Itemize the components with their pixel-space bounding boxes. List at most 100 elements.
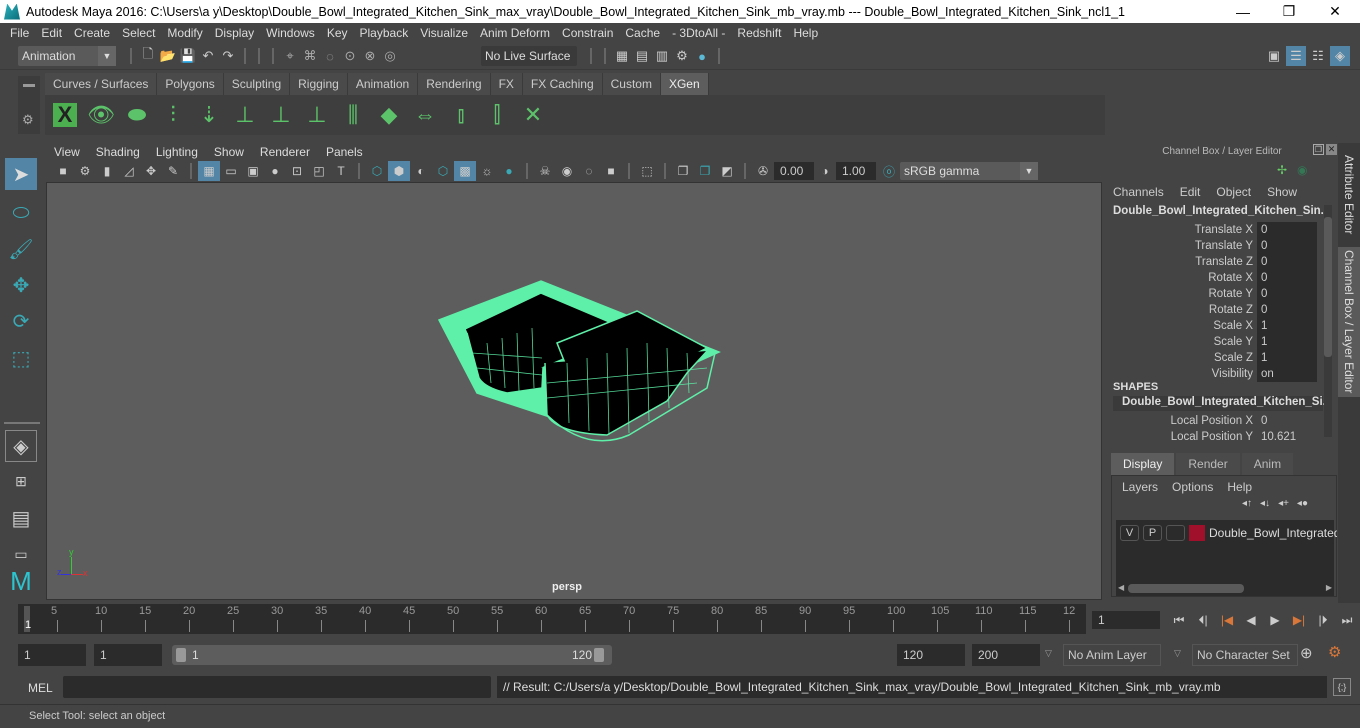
open-scene-icon[interactable]: 📂 (158, 46, 178, 66)
wireframe-icon[interactable]: ⬡ (366, 161, 388, 181)
panel-menu-shading[interactable]: Shading (88, 145, 148, 159)
channel-scrollbar[interactable] (1324, 205, 1332, 437)
motion-blur-icon[interactable]: ◉ (556, 161, 578, 181)
use-all-lights-icon[interactable]: ☼ (476, 161, 498, 181)
xgen-editor-icon[interactable]: X (49, 99, 81, 131)
panel-menu-panels[interactable]: Panels (318, 145, 371, 159)
film-gate-icon[interactable]: ▭ (220, 161, 242, 181)
anim-layer-chevron-icon[interactable]: ▽ (1045, 648, 1052, 659)
cb-menu-show[interactable]: Show (1267, 185, 1297, 199)
layer-color-swatch[interactable] (1189, 525, 1205, 541)
panel-menu-view[interactable]: View (46, 145, 88, 159)
viewport-persp[interactable]: y z x persp (46, 182, 1102, 600)
layer-tab-display[interactable]: Display (1111, 453, 1175, 475)
select-component-icon[interactable]: ◌ (320, 46, 340, 66)
shadows-icon[interactable]: ● (498, 161, 520, 181)
select-object-icon[interactable]: ⌘ (300, 46, 320, 66)
shelf-tab-animation[interactable]: Animation (347, 73, 419, 95)
menu-windows[interactable]: Windows (260, 26, 321, 40)
current-frame-field[interactable]: 1 (1092, 611, 1160, 629)
channel-row[interactable]: Translate X 0 (1107, 222, 1322, 238)
layer-display-type-toggle[interactable] (1166, 525, 1185, 541)
channel-value[interactable]: 10.621 (1257, 429, 1317, 445)
camera-icon[interactable]: ■ (52, 161, 74, 181)
menu-file[interactable]: File (4, 26, 35, 40)
attribute-editor-tab[interactable]: Attribute Editor (1338, 149, 1360, 241)
layer-hscrollbar[interactable]: ◀ ▶ (1118, 583, 1332, 594)
channel-value[interactable]: 0 (1257, 302, 1317, 318)
shelf-tab-fx[interactable]: FX (490, 73, 523, 95)
menu-create[interactable]: Create (68, 26, 116, 40)
script-editor-icon[interactable]: {;} (1333, 678, 1351, 696)
scene-end-field[interactable]: 200 (972, 644, 1040, 666)
character-set-dropdown[interactable]: No Character Set (1192, 644, 1298, 666)
place-guides-icon[interactable]: ⇣ (193, 99, 225, 131)
render-view-icon[interactable]: ▦ (612, 46, 632, 66)
channel-row[interactable]: Rotate Z 0 (1107, 302, 1322, 318)
shelf-gear-icon[interactable]: ⚙ (22, 112, 34, 128)
shape-channel-row[interactable]: Local Position Y 10.621 (1107, 429, 1322, 445)
isolate-select-icon[interactable]: ⬚ (636, 161, 658, 181)
menu-anim-deform[interactable]: Anim Deform (474, 26, 556, 40)
float-panel-icon[interactable]: ❐ (1313, 144, 1324, 155)
move-tool-icon[interactable]: ✥ (5, 269, 37, 301)
shape-name[interactable]: Double_Bowl_Integrated_Kitchen_Si... (1113, 396, 1332, 411)
channel-row[interactable]: Visibility on (1107, 366, 1322, 382)
menu-key[interactable]: Key (321, 26, 354, 40)
move-layer-down-icon[interactable]: ◂↓ (1260, 498, 1270, 509)
channel-value[interactable]: 0 (1257, 254, 1317, 270)
modeling-toolkit-icon[interactable]: ▣ (1264, 46, 1284, 66)
safe-title-icon[interactable]: T (330, 161, 352, 181)
groom-icon[interactable]: ◆ (373, 99, 405, 131)
menu-help[interactable]: Help (787, 26, 824, 40)
field-chart-icon[interactable]: ⊡ (286, 161, 308, 181)
camera-attributes-icon[interactable]: ⚙ (74, 161, 96, 181)
save-scene-icon[interactable]: 💾 (178, 46, 198, 66)
shelf-tab-fx-caching[interactable]: FX Caching (522, 73, 603, 95)
range-end-handle[interactable] (594, 648, 604, 662)
playback-end-field[interactable]: 120 (897, 644, 965, 666)
layer-menu-help[interactable]: Help (1227, 480, 1252, 494)
anim-layer-dropdown[interactable]: No Anim Layer (1063, 644, 1161, 666)
auto-key-icon[interactable]: ⊕ (1300, 644, 1313, 662)
menu-edit[interactable]: Edit (35, 26, 68, 40)
select-hierarchy-icon[interactable]: ⌖ (280, 46, 300, 66)
cb-menu-object[interactable]: Object (1216, 185, 1251, 199)
guide-visibility-icon[interactable]: ⊥ (265, 99, 297, 131)
bound-guides-icon[interactable]: ⫿ (481, 99, 513, 131)
restore-button[interactable]: ❐ (1266, 0, 1312, 23)
add-guide-icon[interactable]: ⊥ (229, 99, 261, 131)
shape-channel-row[interactable]: Local Position X 0 (1107, 413, 1322, 429)
redo-icon[interactable]: ↷ (218, 46, 238, 66)
flip-guides-icon[interactable]: ⇔ (409, 99, 441, 131)
use-default-material-icon[interactable]: ◐ (410, 161, 432, 181)
anti-aliasing-icon[interactable]: ◌ (578, 161, 600, 181)
textured-icon[interactable]: ▩ (454, 161, 476, 181)
two-d-pan-icon[interactable]: ✥ (140, 161, 162, 181)
lasso-tool-icon[interactable]: ⬭ (5, 197, 37, 229)
channel-value[interactable]: 0 (1257, 238, 1317, 254)
layer-playback-toggle[interactable]: P (1143, 525, 1162, 541)
char-set-chevron-icon[interactable]: ▽ (1174, 648, 1181, 659)
menu-display[interactable]: Display (209, 26, 260, 40)
menu-3dtoall[interactable]: - 3DtoAll - (666, 26, 731, 40)
panel-menu-show[interactable]: Show (206, 145, 252, 159)
gate-mask-icon[interactable]: ● (264, 161, 286, 181)
time-slider[interactable]: 5 10 15 20 25 30 35 40 45 50 55 60 65 70 75 80 85 90 95 100… (18, 604, 1086, 634)
ghost-icon[interactable]: ◉ (1297, 163, 1307, 177)
panel-menu-renderer[interactable]: Renderer (252, 145, 318, 159)
go-to-end-icon[interactable]: ⏭ (1336, 610, 1358, 630)
menu-modify[interactable]: Modify (161, 26, 208, 40)
xray-icon[interactable]: ❐ (672, 161, 694, 181)
cb-menu-channels[interactable]: Channels (1113, 185, 1164, 199)
channel-box-toggle-icon[interactable]: ◈ (1330, 46, 1350, 66)
live-surface-field[interactable]: No Live Surface (481, 46, 577, 66)
channel-value[interactable]: 1 (1257, 318, 1317, 334)
object-name[interactable]: Double_Bowl_Integrated_Kitchen_Sin... (1113, 205, 1330, 217)
select-tool-icon[interactable]: ➤ (5, 158, 37, 190)
clear-preview-icon[interactable]: ⬬ (121, 99, 153, 131)
bookmark-icon[interactable]: ▮ (96, 161, 118, 181)
resolution-gate-icon[interactable]: ▣ (242, 161, 264, 181)
step-forward-key-icon[interactable]: ▶| (1288, 610, 1310, 630)
menuset-dropdown[interactable]: Animation ▼ (18, 46, 116, 66)
